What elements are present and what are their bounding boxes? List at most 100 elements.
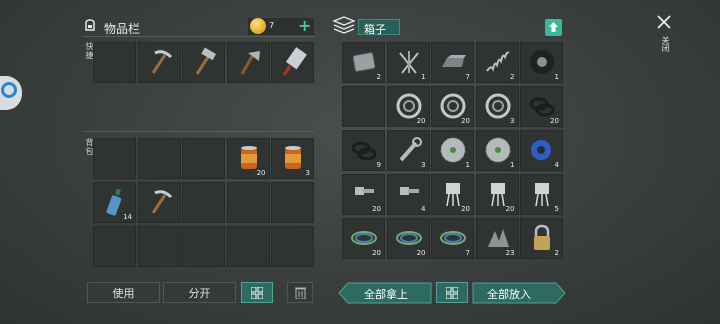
take-all-label: 全部拿上 bbox=[364, 288, 408, 301]
box-slot[interactable]: 23 bbox=[475, 218, 519, 259]
box-slot[interactable]: 7 bbox=[431, 218, 474, 259]
item-quantity: 20 bbox=[416, 249, 426, 257]
trash-icon bbox=[294, 287, 306, 299]
box-slot[interactable]: 20 bbox=[386, 218, 430, 259]
gold-coin-icon bbox=[250, 18, 266, 34]
box-slot[interactable]: 20 bbox=[386, 86, 430, 127]
box-slot[interactable]: 2 bbox=[475, 42, 519, 83]
grid-sort-icon bbox=[446, 286, 458, 299]
bag-slot[interactable] bbox=[226, 182, 270, 223]
bag-slot[interactable] bbox=[93, 138, 136, 179]
item-quantity: 20 bbox=[550, 117, 559, 125]
item-quantity: 3 bbox=[305, 169, 310, 177]
box-slot[interactable]: 4 bbox=[520, 130, 563, 171]
duct-tape-icon bbox=[527, 135, 557, 165]
arrow-up-icon bbox=[549, 22, 558, 32]
box-slot[interactable]: 20 bbox=[342, 174, 385, 215]
assist-icon bbox=[1, 82, 17, 98]
pickaxe-icon bbox=[145, 47, 175, 77]
bearing-icon bbox=[483, 91, 513, 121]
bag-slot[interactable] bbox=[137, 226, 181, 267]
sort-inventory-button[interactable] bbox=[241, 282, 273, 303]
item-quantity: 4 bbox=[421, 205, 426, 213]
bag-slot[interactable] bbox=[271, 182, 314, 223]
box-slot[interactable]: 7 bbox=[431, 42, 474, 83]
bag-slot[interactable] bbox=[182, 226, 225, 267]
wire-coil-icon bbox=[438, 223, 468, 253]
box-slot[interactable]: 20 bbox=[431, 86, 474, 127]
upload-button[interactable] bbox=[545, 19, 562, 36]
box-slot[interactable]: 1 bbox=[431, 130, 474, 171]
take-all-button[interactable]: 全部拿上 bbox=[338, 282, 432, 304]
box-title: 箱子 bbox=[364, 23, 386, 36]
box-stack-icon bbox=[332, 16, 356, 34]
box-slot[interactable]: 1 bbox=[386, 42, 430, 83]
close-button[interactable]: 关闭 bbox=[656, 14, 674, 64]
bag-slot[interactable]: 3 bbox=[271, 138, 314, 179]
quick-bar-slot[interactable] bbox=[137, 42, 181, 83]
pickaxe-icon bbox=[145, 187, 175, 217]
close-icon bbox=[657, 15, 671, 29]
box-slot[interactable]: 20 bbox=[475, 174, 519, 215]
box-slot[interactable]: 5 bbox=[520, 174, 563, 215]
box-slot[interactable] bbox=[342, 86, 385, 127]
quick-bar-slot[interactable] bbox=[93, 42, 136, 83]
box-slot[interactable]: 2 bbox=[520, 218, 563, 259]
bolt-icon bbox=[394, 179, 424, 209]
box-title-field[interactable]: 箱子 bbox=[358, 19, 400, 36]
item-quantity: 14 bbox=[123, 213, 132, 221]
item-quantity: 1 bbox=[421, 73, 426, 81]
item-quantity: 2 bbox=[510, 73, 515, 81]
coin-counter: 7 + bbox=[248, 16, 314, 35]
item-quantity: 20 bbox=[372, 205, 381, 213]
box-slot[interactable]: 1 bbox=[475, 130, 519, 171]
item-quantity: 2 bbox=[376, 73, 381, 81]
inventory-header-divider bbox=[83, 36, 315, 37]
item-quantity: 7 bbox=[465, 73, 470, 81]
box-slot[interactable]: 20 bbox=[520, 86, 563, 127]
box-slot[interactable]: 20 bbox=[342, 218, 385, 259]
grid-sort-icon bbox=[251, 286, 263, 299]
bag-slot[interactable]: 14 bbox=[93, 182, 136, 223]
box-slot[interactable]: 9 bbox=[342, 130, 385, 171]
item-quantity: 20 bbox=[461, 205, 470, 213]
bag-slot[interactable] bbox=[182, 182, 225, 223]
item-quantity: 5 bbox=[554, 205, 559, 213]
bag-slot[interactable] bbox=[137, 182, 181, 223]
box-slot[interactable]: 2 bbox=[342, 42, 385, 83]
close-label: 关闭 bbox=[661, 36, 670, 52]
item-quantity: 1 bbox=[554, 73, 559, 81]
item-quantity: 20 bbox=[256, 169, 266, 177]
padlock-icon bbox=[527, 223, 557, 253]
saw-blade-icon bbox=[483, 135, 513, 165]
saw-blade-icon bbox=[438, 135, 468, 165]
bag-slot[interactable] bbox=[182, 138, 225, 179]
add-coins-button[interactable]: + bbox=[298, 16, 311, 35]
box-slot[interactable]: 1 bbox=[520, 42, 563, 83]
bag-slot[interactable] bbox=[271, 226, 314, 267]
quick-bar-slot[interactable] bbox=[271, 42, 314, 83]
cleaver-icon bbox=[278, 47, 308, 77]
hatchet-icon bbox=[234, 47, 264, 77]
bag-slot[interactable]: 20 bbox=[226, 138, 270, 179]
split-button[interactable]: 分开 bbox=[163, 282, 236, 303]
box-slot[interactable]: 4 bbox=[386, 174, 430, 215]
use-button[interactable]: 使用 bbox=[87, 282, 160, 303]
box-slot[interactable]: 3 bbox=[475, 86, 519, 127]
item-quantity: 20 bbox=[372, 249, 381, 257]
box-slot[interactable]: 20 bbox=[431, 174, 474, 215]
quick-bar-slot[interactable] bbox=[226, 42, 270, 83]
ingot-icon bbox=[438, 47, 468, 77]
bag-slot[interactable] bbox=[137, 138, 181, 179]
bag-slot[interactable] bbox=[226, 226, 270, 267]
box-slot[interactable]: 3 bbox=[386, 130, 430, 171]
sort-box-button[interactable] bbox=[436, 282, 468, 303]
item-quantity: 9 bbox=[376, 161, 381, 169]
wrench-icon bbox=[394, 135, 424, 165]
discard-button[interactable] bbox=[287, 282, 313, 303]
bag-slot[interactable] bbox=[93, 226, 136, 267]
put-all-button[interactable]: 全部放入 bbox=[472, 282, 566, 304]
hammer-icon bbox=[189, 47, 219, 77]
quick-bar-slot[interactable] bbox=[182, 42, 225, 83]
item-quantity: 20 bbox=[461, 117, 470, 125]
